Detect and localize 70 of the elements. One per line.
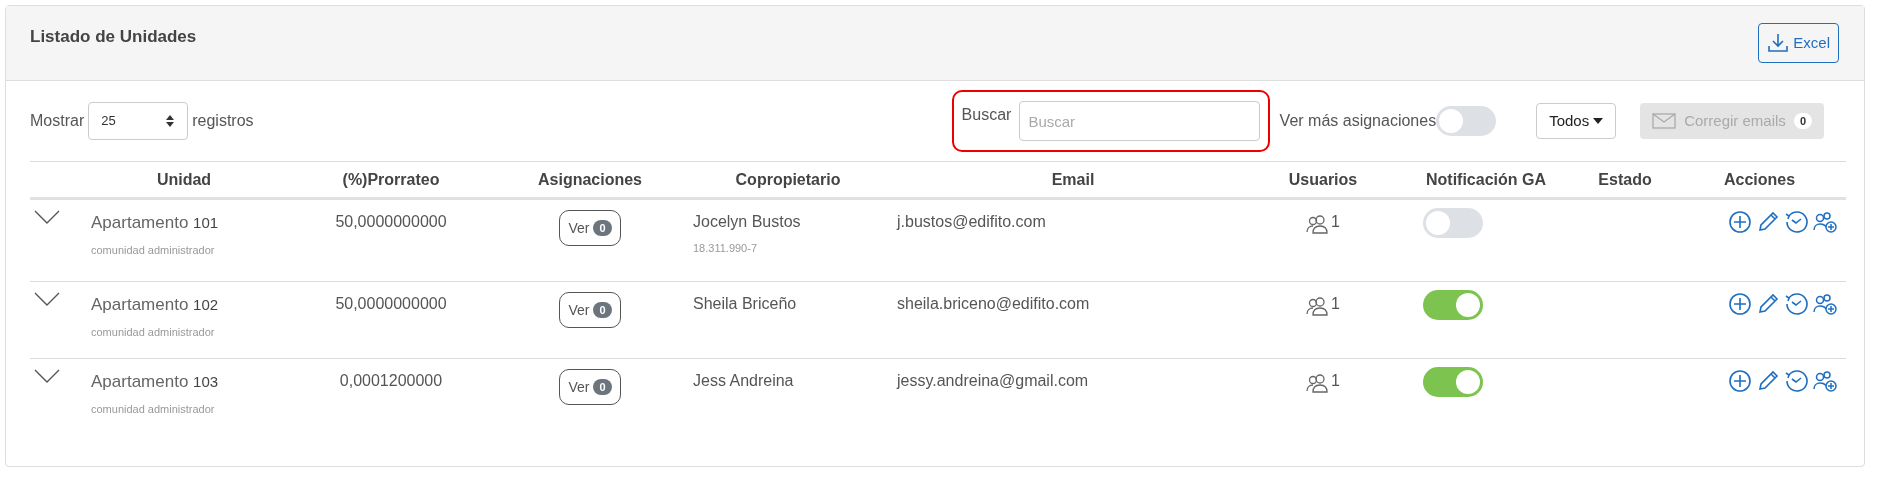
chevron-down-icon[interactable] [34,210,60,224]
users-icon [1306,214,1331,234]
prorrateo-value: 0,0001200000 [339,372,443,389]
column-header: Copropietario [735,170,841,188]
edit-pencil-icon[interactable] [1756,210,1780,234]
column-header: (%)Prorrateo [342,170,440,188]
assignment-count-badge: 0 [593,378,612,396]
history-clock-icon[interactable] [1784,369,1808,393]
owner-id: 18.311.990-7 [693,241,759,256]
users-icon [1306,296,1331,316]
view-assignments-button[interactable]: Ver 0 [559,369,621,405]
add-circle-icon[interactable] [1728,369,1752,393]
column-header: Email [1051,170,1095,188]
email-value: j.bustos@edifito.com [897,213,1046,230]
filter-dropdown[interactable]: Todos [1536,103,1617,139]
notification-toggle[interactable] [1423,208,1483,238]
assignment-count-badge: 0 [593,219,612,237]
owner-name: Jocelyn Bustos [693,212,802,232]
owner-name: Sheila Briceño [693,294,798,314]
column-header: Acciones [1723,170,1796,188]
chevron-down-icon[interactable] [34,292,60,306]
notification-toggle[interactable] [1423,367,1483,397]
add-circle-icon[interactable] [1728,292,1752,316]
history-clock-icon[interactable] [1784,210,1808,234]
email-count-badge: 0 [1793,112,1812,130]
column-header: Unidad [156,170,212,188]
records-label: registros [192,111,254,131]
add-users-icon[interactable] [1812,210,1838,234]
unit-note: comunidad administrador [91,242,216,258]
prorrateo-value: 50,0000000000 [335,213,447,230]
caret-icon [1593,118,1604,124]
search-label: Buscar [961,105,1012,125]
page-size-select[interactable]: 25 [88,102,189,140]
unit-note: comunidad administrador [91,324,216,340]
email-value: jessy.andreina@gmail.com [897,372,1089,389]
sort-arrows-icon [165,114,176,128]
unit-note: comunidad administrador [91,401,216,417]
more-assignments-label: Ver más asignaciones [1279,111,1437,131]
excel-button[interactable]: Excel [1758,23,1839,63]
add-users-icon[interactable] [1812,369,1838,393]
download-icon [1767,33,1790,53]
assignment-count-badge: 0 [593,301,612,319]
card-title: Listado de Unidades [30,26,197,49]
history-clock-icon[interactable] [1784,292,1808,316]
chevron-down-icon[interactable] [34,369,60,383]
view-assignments-button[interactable]: Ver 0 [559,210,621,246]
edit-pencil-icon[interactable] [1756,369,1780,393]
users-count: 1 [1331,212,1340,232]
users-icon [1306,373,1331,393]
users-count: 1 [1331,371,1340,391]
search-field[interactable]: Buscar [1019,101,1260,141]
add-circle-icon[interactable] [1728,210,1752,234]
more-assignments-toggle[interactable] [1436,106,1497,136]
unit-name: Apartamento 102 [91,294,220,316]
column-header: Usuarios [1288,170,1358,188]
owner-name: Jess Andreina [693,371,795,391]
prorrateo-value: 50,0000000000 [335,295,447,312]
users-count: 1 [1331,294,1340,314]
view-assignments-button[interactable]: Ver 0 [559,292,621,328]
email-value: sheila.briceno@edifito.com [897,295,1090,312]
show-label: Mostrar [30,111,85,131]
edit-pencil-icon[interactable] [1756,292,1780,316]
column-header: Asignaciones [538,170,642,188]
envelope-icon [1652,113,1677,129]
add-users-icon[interactable] [1812,292,1838,316]
unit-name: Apartamento 103 [91,371,220,393]
notification-toggle[interactable] [1423,290,1483,320]
column-header: Notificación GA [1426,170,1546,188]
column-header: Estado [1598,170,1652,188]
unit-name: Apartamento 101 [91,212,220,234]
